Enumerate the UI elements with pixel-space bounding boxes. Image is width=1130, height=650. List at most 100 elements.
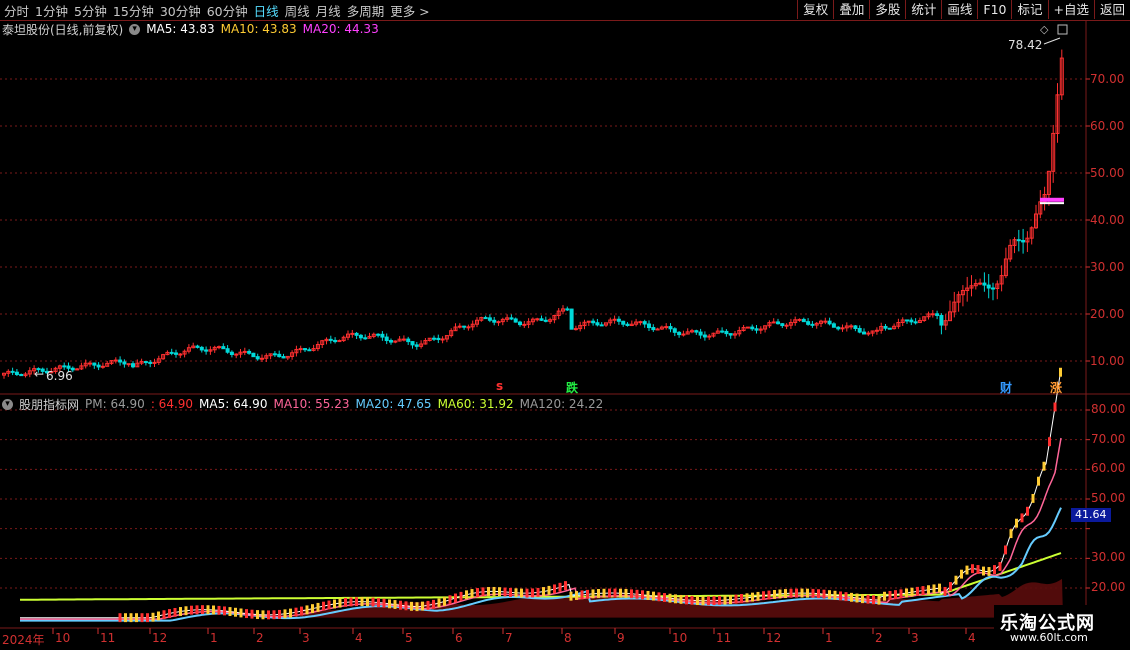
candle-body	[642, 321, 647, 325]
pm-bar	[283, 609, 287, 619]
main-candles: ◇	[2, 23, 1068, 379]
candle-body	[376, 333, 381, 336]
pm-bar	[536, 587, 540, 597]
marker-die[interactable]: 跌	[566, 379, 578, 396]
marker-zhang[interactable]: 涨	[1050, 379, 1062, 396]
stock-title[interactable]: 泰坦股份(日线,前复权)	[2, 21, 123, 38]
indicator-title[interactable]: 股朋指标网	[19, 396, 79, 413]
pm-bar	[624, 588, 628, 598]
pm-bar	[129, 613, 133, 623]
candle-body	[522, 323, 527, 326]
pm-bar	[927, 585, 930, 595]
xtick: 8	[564, 631, 572, 645]
candle-body	[595, 322, 600, 326]
candle-body	[466, 326, 471, 329]
pm-bar	[531, 588, 534, 598]
pm-bar	[982, 566, 985, 576]
pm-bar	[1026, 506, 1029, 516]
pm-bar	[399, 600, 402, 610]
pm-bar	[223, 606, 226, 616]
pm-bar	[168, 609, 171, 618]
pm-bar	[261, 610, 265, 620]
candle-body	[724, 330, 729, 335]
pm-bar	[674, 594, 677, 604]
candle-body	[251, 352, 256, 358]
pm-bar	[586, 589, 589, 599]
candle-body	[143, 361, 148, 364]
pm-bar	[619, 588, 622, 598]
watermark-url: www.60lt.com	[1010, 631, 1088, 644]
pm-bar	[910, 587, 914, 597]
pm-bar	[894, 590, 897, 600]
candle-body	[483, 317, 488, 320]
pm-bar	[1015, 518, 1018, 528]
pm-bar	[668, 593, 672, 603]
candle-body	[672, 328, 677, 333]
candle-body	[247, 350, 252, 354]
candle-body	[255, 356, 260, 360]
pm-bar	[289, 608, 292, 618]
pm-bar	[696, 596, 699, 606]
candle-body	[126, 363, 131, 366]
candle-body	[612, 318, 617, 321]
pm-bar	[971, 564, 974, 574]
candle-body	[199, 346, 204, 351]
pm-bar	[580, 590, 584, 600]
sub-settings-circle-icon[interactable]: ▾	[2, 398, 13, 410]
sub-ytick-70: 70.00	[1091, 432, 1126, 446]
candle-body	[384, 336, 389, 342]
candle-body	[621, 320, 626, 325]
pm-bar	[300, 606, 303, 616]
candle-body	[720, 330, 725, 333]
pm-bar	[118, 613, 122, 623]
candle-body	[668, 326, 673, 330]
candle-body	[939, 314, 944, 326]
candle-body	[492, 319, 497, 323]
pm-value: : 64.90	[150, 397, 194, 411]
pm-bar	[822, 589, 826, 599]
pm-bar	[151, 612, 155, 622]
candle-body	[806, 321, 811, 325]
candle-body	[909, 319, 914, 323]
pm-bar	[294, 607, 298, 617]
candle-body	[823, 320, 828, 323]
pm-bar	[234, 607, 237, 617]
xtick: 3	[302, 631, 310, 645]
candle-body	[698, 331, 703, 336]
main-ytick-60: 60.00	[1090, 119, 1125, 133]
ma-marker	[1040, 202, 1064, 205]
corner-diamond-icon: ◇	[1040, 23, 1049, 36]
marker-s[interactable]: s	[496, 379, 503, 393]
pm-bar	[828, 590, 831, 600]
candle-body	[797, 318, 802, 321]
candle-body	[358, 334, 363, 339]
candle-body	[169, 351, 174, 354]
pm-bar	[382, 598, 386, 608]
pm-bar	[861, 594, 864, 604]
kline-chart[interactable]: ◇	[0, 0, 1130, 650]
pm-bar	[872, 595, 875, 605]
xtick: 1	[210, 631, 218, 645]
main-ytick-30: 30.00	[1090, 260, 1125, 274]
pm-bar	[762, 591, 765, 601]
candle-body	[978, 282, 983, 285]
candle-body	[681, 333, 686, 336]
pm-bar	[833, 590, 837, 600]
pm-bar	[718, 595, 721, 605]
pm-bar	[487, 587, 490, 596]
pm-bar	[173, 607, 177, 617]
pm-bar	[839, 591, 842, 601]
candle-body	[225, 348, 230, 353]
candle-body	[599, 324, 604, 327]
pm-bar	[228, 607, 232, 617]
pm-bar	[476, 588, 479, 597]
pm-bar	[602, 588, 606, 598]
pm-bar	[778, 589, 782, 599]
marker-cai[interactable]: 财	[1000, 379, 1012, 396]
pm-bar	[855, 593, 859, 603]
pm-bar	[657, 592, 661, 602]
pm-bar	[547, 585, 551, 595]
pm-bar	[421, 601, 424, 611]
settings-circle-icon[interactable]: ▾	[129, 23, 141, 35]
pm-bar	[773, 590, 776, 599]
